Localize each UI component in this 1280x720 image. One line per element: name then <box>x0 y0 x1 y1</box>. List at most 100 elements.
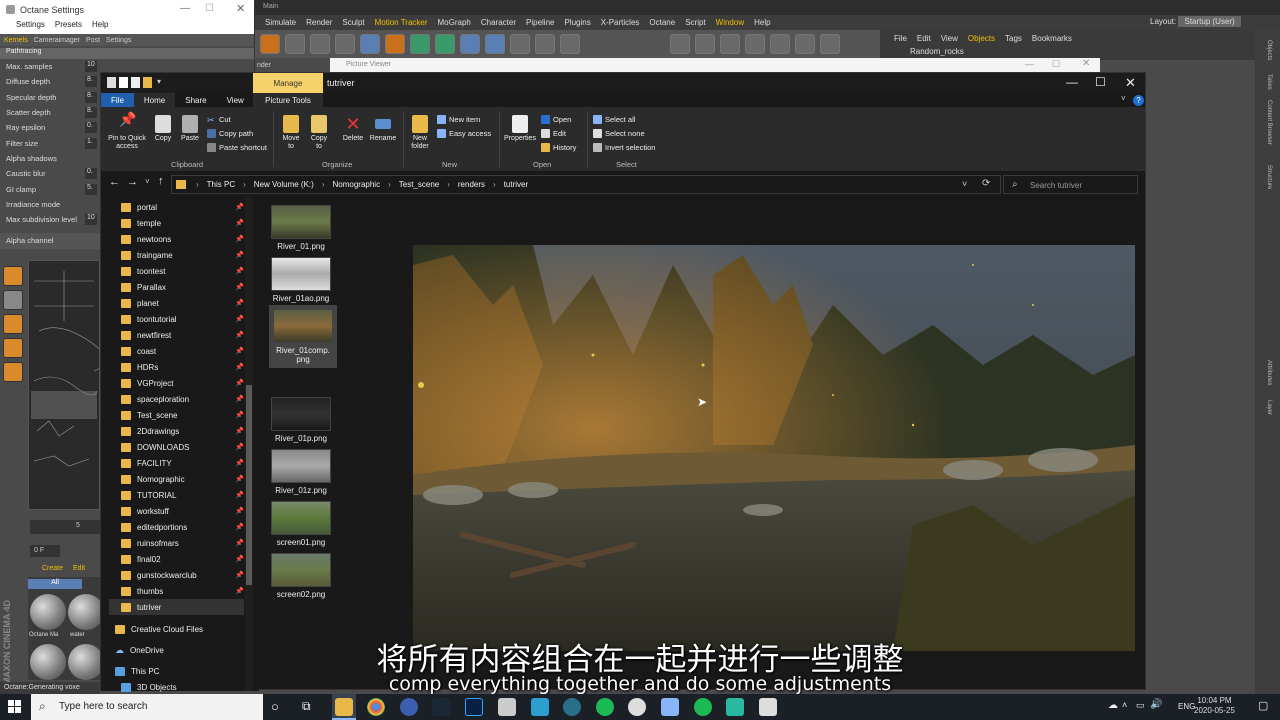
volume-icon[interactable]: 🔊 <box>1150 699 1162 710</box>
pin-icon[interactable]: 📌 <box>235 251 244 259</box>
file-item[interactable]: screen02.png <box>271 553 331 599</box>
pin-icon[interactable]: 📌 <box>235 283 244 291</box>
nav-item-test-scene[interactable]: Test_scene 📌 <box>121 407 244 423</box>
pin-icon[interactable]: 📌 <box>235 315 244 323</box>
material-edit[interactable]: Edit <box>73 565 85 577</box>
nav-item-spaceploration[interactable]: spaceploration 📌 <box>121 391 244 407</box>
nav-item-newtfirest[interactable]: newtfirest 📌 <box>121 327 244 343</box>
nav-item-planet[interactable]: planet 📌 <box>121 295 244 311</box>
c4d-menu-window[interactable]: Window <box>716 18 744 27</box>
close-icon[interactable]: ✕ <box>1125 75 1136 91</box>
app-icon[interactable] <box>498 698 516 716</box>
cube-icon[interactable] <box>360 34 380 54</box>
c4d-menu-pipeline[interactable]: Pipeline <box>526 18 554 27</box>
maximize-icon[interactable]: ☐ <box>1052 59 1060 70</box>
snap-icon[interactable] <box>670 34 690 54</box>
tab-structure[interactable]: Structure <box>1266 165 1272 189</box>
search-input[interactable]: ⌕ Search tutriver <box>1003 175 1138 194</box>
c4d-menu-x-particles[interactable]: X-Particles <box>601 18 640 27</box>
copy-to-button[interactable]: Copy to <box>307 115 331 151</box>
pin-icon[interactable]: 📌 <box>235 491 244 499</box>
material-tab-all[interactable]: All <box>28 579 82 589</box>
address-dropdown-icon[interactable]: ˅ <box>962 179 967 189</box>
material-ball[interactable] <box>68 594 104 630</box>
back-arrow-icon[interactable]: ← <box>109 176 120 188</box>
nav-item-workstuff[interactable]: workstuff 📌 <box>121 503 244 519</box>
chevron-up-icon[interactable]: ˄ <box>1122 700 1127 710</box>
language-indicator[interactable]: ENG <box>1178 702 1195 711</box>
c4d-menu-character[interactable]: Character <box>481 18 516 27</box>
new-folder-button[interactable]: New folder <box>407 115 433 151</box>
param-value-field[interactable]: 10 <box>85 61 97 73</box>
close-icon[interactable]: ✕ <box>236 2 245 15</box>
copy-path-button[interactable]: Copy path <box>207 129 253 138</box>
nav-item-temple[interactable]: temple 📌 <box>121 215 244 231</box>
param-value-field[interactable]: 10 <box>85 214 97 226</box>
xpresso-icon[interactable] <box>560 34 580 54</box>
new-page-icon[interactable] <box>131 77 140 88</box>
nav-item-downloads[interactable]: DOWNLOADS 📌 <box>121 439 244 455</box>
material-create[interactable]: Create <box>42 565 63 577</box>
new-folder-quick-icon[interactable] <box>143 77 152 88</box>
file-item[interactable]: River_01z.png <box>271 449 331 495</box>
polygons-icon[interactable] <box>795 34 815 54</box>
pin-icon[interactable]: 📌 <box>235 475 244 483</box>
select-none-button[interactable]: Select none <box>593 129 645 138</box>
recent-locations-icon[interactable]: ˅ <box>145 177 150 186</box>
objects-menu-objects[interactable]: Objects <box>968 34 995 43</box>
cortana-icon[interactable]: ○ <box>271 699 279 714</box>
notifications-icon[interactable]: ▢ <box>1258 699 1268 712</box>
tab-objects[interactable]: Objects <box>1266 40 1272 60</box>
taskbar-search-input[interactable]: ⌕ Type here to search <box>31 694 263 720</box>
move-tool-icon[interactable] <box>3 266 23 286</box>
nav-item-portal[interactable]: portal 📌 <box>121 199 244 215</box>
tab-settings[interactable]: Settings <box>106 37 131 44</box>
file-item[interactable]: River_01p.png <box>271 397 331 443</box>
camera-icon[interactable] <box>510 34 530 54</box>
undo-icon[interactable] <box>260 34 280 54</box>
minimize-icon[interactable]: — <box>1066 75 1078 89</box>
manage-tab[interactable]: Manage <box>253 73 323 93</box>
model-mode-icon[interactable] <box>3 362 23 382</box>
new-item-button[interactable]: New item <box>437 115 480 124</box>
menu-presets[interactable]: Presets <box>55 20 82 34</box>
layout-value[interactable]: Startup (User) <box>1178 16 1241 27</box>
nav-item-coast[interactable]: coast 📌 <box>121 343 244 359</box>
properties-quick-icon[interactable] <box>119 77 128 88</box>
objects-menu-bookmarks[interactable]: Bookmarks <box>1032 34 1072 43</box>
tab-share[interactable]: Share <box>175 93 216 107</box>
app-icon[interactable] <box>563 698 581 716</box>
param-value-field[interactable]: 8. <box>85 76 97 88</box>
spotify-app-icon[interactable] <box>596 698 614 716</box>
c4d-menu-sculpt[interactable]: Sculpt <box>342 18 364 27</box>
paste-shortcut-button[interactable]: Paste shortcut <box>207 143 267 152</box>
nav-item-thumbs[interactable]: thumbs 📌 <box>121 583 244 599</box>
pin-icon[interactable]: 📌 <box>235 267 244 275</box>
maximize-icon[interactable]: ☐ <box>205 3 214 14</box>
tab-view[interactable]: View <box>217 93 254 107</box>
refresh-icon[interactable]: ⟳ <box>982 178 990 189</box>
breadcrumb-drive[interactable]: New Volume (K:) <box>254 180 314 189</box>
c4d-menu-script[interactable]: Script <box>685 18 705 27</box>
pin-icon[interactable]: 📌 <box>235 363 244 371</box>
chrome-app-icon[interactable] <box>367 698 385 716</box>
tab-layer[interactable]: Layer <box>1266 400 1272 415</box>
edit-button[interactable]: Edit <box>541 129 566 138</box>
file-explorer-app-icon[interactable] <box>335 698 353 716</box>
open-button[interactable]: Open <box>541 115 571 124</box>
pin-to-quick-access-button[interactable]: 📌 Pin to Quick access <box>105 112 149 151</box>
tab-file[interactable]: File <box>101 93 134 107</box>
c4d-menu-help[interactable]: Help <box>754 18 770 27</box>
workplane-icon[interactable] <box>695 34 715 54</box>
param-value-field[interactable]: 0. <box>85 122 97 134</box>
app-icon[interactable] <box>726 698 744 716</box>
nav-item-toontest[interactable]: toontest 📌 <box>121 263 244 279</box>
subdivision-icon[interactable] <box>410 34 430 54</box>
viewport[interactable] <box>28 260 106 510</box>
nav-item-facility[interactable]: FACILITY 📌 <box>121 455 244 471</box>
tab-kernels[interactable]: Kernels <box>4 37 28 44</box>
texture-icon[interactable] <box>820 34 840 54</box>
nav-item-final02[interactable]: final02 📌 <box>121 551 244 567</box>
breadcrumb-this-pc[interactable]: This PC <box>207 180 235 189</box>
pin-icon[interactable]: 📌 <box>235 443 244 451</box>
